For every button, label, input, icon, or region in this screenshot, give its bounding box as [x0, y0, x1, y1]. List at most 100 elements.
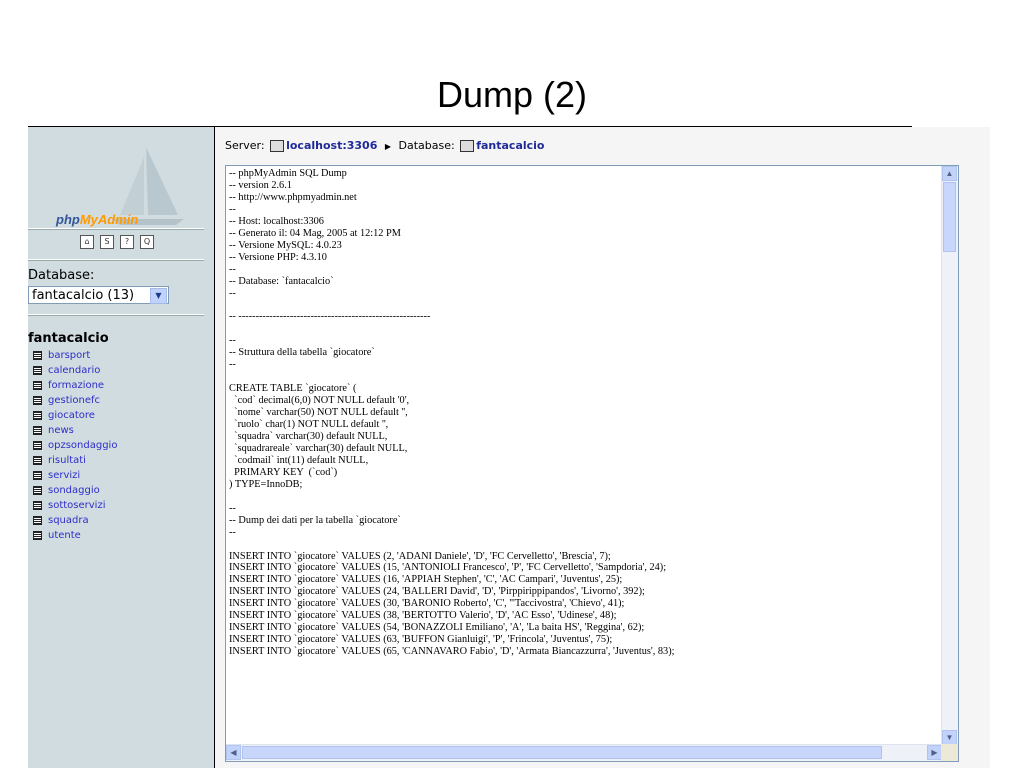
table-icon[interactable]	[33, 440, 42, 450]
dump-line: `squadrareale` varchar(30) default NULL,	[229, 442, 408, 454]
table-name[interactable]: formazione	[48, 380, 104, 391]
scroll-left-icon[interactable]: ◀	[226, 745, 241, 760]
dump-line: INSERT INTO `giocatore` VALUES (65, 'CAN…	[229, 646, 675, 658]
table-icon[interactable]	[33, 410, 42, 420]
database-icon	[460, 140, 475, 152]
table-name[interactable]: risultati	[48, 455, 86, 466]
database-link[interactable]: fantacalcio	[476, 139, 544, 152]
dump-line: -- Database: `fantacalcio`	[229, 275, 334, 287]
table-icon[interactable]	[33, 470, 42, 480]
sql-icon[interactable]: S	[100, 235, 114, 249]
dump-line: ) TYPE=InnoDB;	[229, 478, 303, 490]
table-icon[interactable]	[33, 350, 42, 360]
dump-line: `nome` varchar(50) NOT NULL default '',	[229, 407, 408, 419]
table-name[interactable]: news	[48, 425, 74, 436]
table-name[interactable]: gestionefc	[48, 395, 100, 406]
dump-line: CREATE TABLE `giocatore` (	[229, 383, 357, 395]
table-name[interactable]: utente	[48, 530, 81, 541]
table-name[interactable]: squadra	[48, 515, 89, 526]
table-item-risultati[interactable]: risultati	[33, 453, 117, 468]
scroll-down-icon[interactable]: ▼	[942, 730, 957, 745]
dump-line: -- Versione PHP: 4.3.10	[229, 251, 327, 263]
dump-line: --	[229, 287, 236, 299]
table-item-utente[interactable]: utente	[33, 528, 117, 543]
table-item-gestionefc[interactable]: gestionefc	[33, 393, 117, 408]
scroll-up-icon[interactable]: ▲	[942, 166, 957, 181]
table-icon[interactable]	[33, 485, 42, 495]
server-link[interactable]: localhost:3306	[286, 139, 377, 152]
table-icon[interactable]	[33, 365, 42, 375]
horizontal-scroll-thumb[interactable]	[242, 746, 882, 759]
table-icon[interactable]	[33, 395, 42, 405]
dump-line: `codmail` int(11) default NULL,	[229, 454, 369, 466]
dump-line: INSERT INTO `giocatore` VALUES (24, 'BAL…	[229, 586, 645, 598]
vertical-scrollbar[interactable]: ▲ ▼	[941, 166, 958, 745]
dump-line: -- -------------------------------------…	[229, 311, 431, 323]
dump-line: --	[229, 359, 236, 371]
server-icon	[270, 140, 285, 152]
table-name[interactable]: sottoservizi	[48, 500, 106, 511]
phpmyadmin-screenshot: phpMyAdmin ⌂ S ? Q Database: fantacalcio…	[28, 127, 990, 768]
dump-line: `cod` decimal(6,0) NOT NULL default '0',	[229, 395, 410, 407]
table-name[interactable]: calendario	[48, 365, 100, 376]
table-item-barsport[interactable]: barsport	[33, 348, 117, 363]
database-name[interactable]: fantacalcio	[28, 331, 109, 346]
table-icon[interactable]	[33, 425, 42, 435]
horizontal-scrollbar[interactable]: ◀ ▶	[226, 744, 942, 761]
table-item-calendario[interactable]: calendario	[33, 363, 117, 378]
table-name[interactable]: giocatore	[48, 410, 95, 421]
table-item-squadra[interactable]: squadra	[33, 513, 117, 528]
dump-line: -- Host: localhost:3306	[229, 215, 324, 227]
database-select[interactable]: fantacalcio (13) ▼	[28, 286, 169, 304]
sql-dump-textarea[interactable]: -- phpMyAdmin SQL Dump -- version 2.6.1 …	[225, 165, 959, 762]
table-name[interactable]: opzsondaggio	[48, 440, 117, 451]
nav-icons: ⌂ S ? Q	[80, 235, 154, 249]
dump-line: INSERT INTO `giocatore` VALUES (15, 'ANT…	[229, 562, 667, 574]
table-item-news[interactable]: news	[33, 423, 117, 438]
dump-line: --	[229, 335, 236, 347]
table-icon[interactable]	[33, 515, 42, 525]
scrollbar-corner	[941, 744, 958, 761]
server-label: Server:	[225, 139, 265, 152]
dump-line: --	[229, 526, 236, 538]
dump-line: INSERT INTO `giocatore` VALUES (38, 'BER…	[229, 610, 617, 622]
table-item-servizi[interactable]: servizi	[33, 468, 117, 483]
table-icon[interactable]	[33, 455, 42, 465]
table-icon[interactable]	[33, 530, 42, 540]
divider	[28, 259, 204, 261]
dump-line: -- http://www.phpmyadmin.net	[229, 191, 357, 203]
table-icon[interactable]	[33, 380, 42, 390]
main-frame: Server: localhost:3306 ▶ Database: fanta…	[215, 127, 990, 768]
dump-line: -- phpMyAdmin SQL Dump	[229, 168, 347, 179]
phpmyadmin-logo[interactable]: phpMyAdmin	[28, 137, 214, 237]
dump-line: INSERT INTO `giocatore` VALUES (30, 'BAR…	[229, 598, 625, 610]
logo-wordmark: phpMyAdmin	[56, 212, 139, 227]
chevron-down-icon[interactable]: ▼	[150, 288, 167, 304]
table-icon[interactable]	[33, 500, 42, 510]
query-window-icon[interactable]: Q	[140, 235, 154, 249]
table-name[interactable]: servizi	[48, 470, 80, 481]
table-item-giocatore[interactable]: giocatore	[33, 408, 117, 423]
dump-line: -- Generato il: 04 Mag, 2005 at 12:12 PM	[229, 227, 401, 239]
dump-line: PRIMARY KEY (`cod`)	[229, 466, 338, 478]
dump-line: `ruolo` char(1) NOT NULL default '',	[229, 419, 389, 431]
dump-line: INSERT INTO `giocatore` VALUES (54, 'BON…	[229, 622, 645, 634]
home-icon[interactable]: ⌂	[80, 235, 94, 249]
breadcrumb-arrow-icon: ▶	[384, 142, 391, 151]
scroll-right-icon[interactable]: ▶	[927, 745, 942, 760]
breadcrumb: Server: localhost:3306 ▶ Database: fanta…	[225, 139, 545, 152]
divider	[28, 314, 204, 316]
database-label: Database:	[28, 268, 95, 283]
dump-line: INSERT INTO `giocatore` VALUES (16, 'APP…	[229, 574, 623, 586]
help-icon[interactable]: ?	[120, 235, 134, 249]
database-crumb-label: Database:	[398, 139, 455, 152]
table-item-formazione[interactable]: formazione	[33, 378, 117, 393]
dump-line: --	[229, 203, 236, 215]
table-name[interactable]: barsport	[48, 350, 90, 361]
table-item-sottoservizi[interactable]: sottoservizi	[33, 498, 117, 513]
table-item-sondaggio[interactable]: sondaggio	[33, 483, 117, 498]
vertical-scroll-thumb[interactable]	[943, 182, 956, 252]
table-item-opzsondaggio[interactable]: opzsondaggio	[33, 438, 117, 453]
table-name[interactable]: sondaggio	[48, 485, 100, 496]
dump-line: `squadra` varchar(30) default NULL,	[229, 430, 388, 442]
